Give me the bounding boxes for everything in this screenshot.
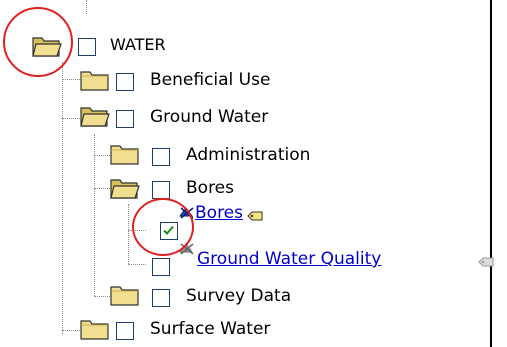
checkbox-surface-water[interactable] (116, 322, 134, 340)
tree-label-bores-folder[interactable]: Bores (186, 177, 234, 199)
tree-label-beneficial-use[interactable]: Beneficial Use (150, 69, 270, 91)
highlight-circle (3, 7, 73, 77)
checkbox-survey-data[interactable] (152, 289, 170, 307)
tree-guide (94, 296, 110, 297)
tree-guide (62, 118, 80, 119)
folder-open-icon[interactable] (80, 104, 110, 128)
highlight-circle (132, 198, 194, 256)
folder-closed-icon[interactable] (80, 68, 110, 92)
tree-guide (128, 204, 129, 264)
tree-guide (94, 155, 110, 156)
checkbox-beneficial-use[interactable] (116, 73, 134, 91)
checkbox-water[interactable] (78, 38, 96, 56)
folder-closed-icon[interactable] (110, 142, 140, 166)
checkbox-ground-water[interactable] (116, 110, 134, 128)
tree-label-survey-data[interactable]: Survey Data (186, 285, 291, 307)
tree-guide (94, 188, 110, 189)
checkbox-ground-water-quality[interactable] (152, 258, 170, 276)
checkbox-bores-folder[interactable] (152, 181, 170, 199)
folder-closed-icon[interactable] (110, 283, 140, 307)
tree-guide (86, 0, 87, 14)
tree-label-ground-water[interactable]: Ground Water (150, 106, 268, 128)
tag-icon[interactable] (247, 207, 263, 221)
tree-guide (128, 264, 146, 265)
tree-label-administration[interactable]: Administration (186, 144, 310, 166)
tree-label-water[interactable]: WATER (110, 34, 166, 56)
layer-link-bores[interactable]: Bores (195, 202, 243, 224)
folder-open-icon[interactable] (110, 176, 140, 200)
tree-label-surface-water[interactable]: Surface Water (150, 318, 270, 340)
checkbox-administration[interactable] (152, 148, 170, 166)
tree-guide (94, 134, 95, 296)
tree-guide (62, 79, 80, 80)
tree-guide (62, 62, 63, 334)
tag-icon[interactable] (478, 253, 494, 267)
folder-closed-icon[interactable] (80, 317, 110, 341)
layer-link-ground-water-quality[interactable]: Ground Water Quality (197, 248, 381, 270)
tree-guide (62, 330, 80, 331)
